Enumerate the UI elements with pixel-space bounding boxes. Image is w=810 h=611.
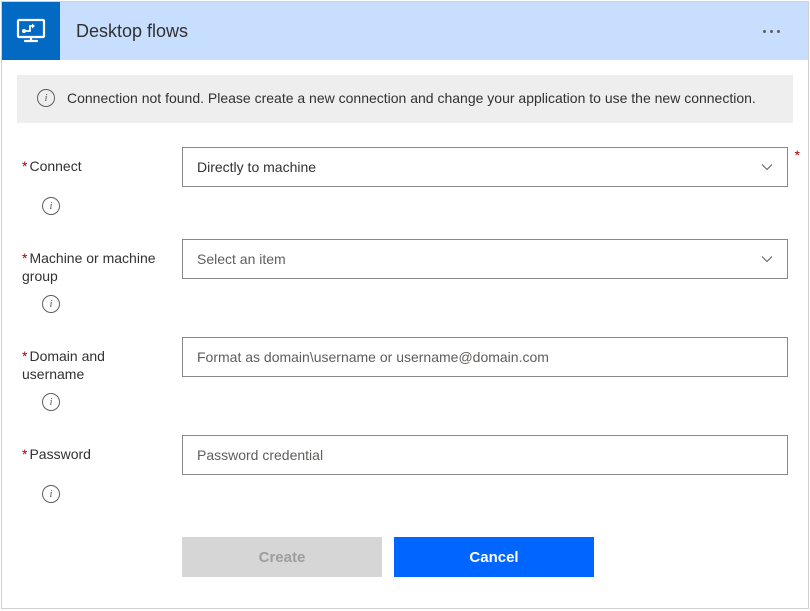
cancel-button[interactable]: Cancel (394, 537, 594, 577)
domain-label: *Domain and username (22, 337, 170, 383)
password-input[interactable] (182, 435, 788, 475)
info-icon[interactable]: i (42, 295, 60, 313)
info-icon[interactable]: i (42, 197, 60, 215)
desktop-flows-icon (2, 2, 60, 60)
header: Desktop flows (2, 2, 808, 60)
machine-row: *Machine or machine group Select an item (22, 239, 788, 285)
warning-message: Connection not found. Please create a ne… (67, 89, 756, 109)
domain-info-row: i (22, 393, 788, 411)
info-icon: i (37, 89, 55, 107)
create-button[interactable]: Create (182, 537, 382, 577)
dialog-container: Desktop flows i Connection not found. Pl… (1, 1, 809, 609)
connect-label: *Connect (22, 147, 170, 175)
connect-info-row: i (22, 197, 788, 215)
chevron-down-icon (761, 253, 773, 265)
machine-select[interactable]: Select an item (182, 239, 788, 279)
domain-row: *Domain and username (22, 337, 788, 383)
domain-username-input[interactable] (182, 337, 788, 377)
chevron-down-icon (761, 161, 773, 173)
password-info-row: i (22, 485, 788, 503)
info-icon[interactable]: i (42, 393, 60, 411)
more-options-button[interactable] (755, 22, 788, 41)
machine-info-row: i (22, 295, 788, 313)
machine-placeholder: Select an item (197, 251, 286, 267)
form-area: *Connect Directly to machine * i *Machin… (2, 123, 808, 598)
connect-value: Directly to machine (197, 159, 316, 175)
header-title: Desktop flows (76, 21, 755, 42)
button-row: Create Cancel (22, 537, 788, 577)
machine-label: *Machine or machine group (22, 239, 170, 285)
warning-banner: i Connection not found. Please create a … (17, 75, 793, 123)
password-label: *Password (22, 435, 170, 463)
required-indicator: * (795, 147, 800, 163)
info-icon[interactable]: i (42, 485, 60, 503)
password-row: *Password (22, 435, 788, 475)
connect-select[interactable]: Directly to machine (182, 147, 788, 187)
connect-row: *Connect Directly to machine * (22, 147, 788, 187)
